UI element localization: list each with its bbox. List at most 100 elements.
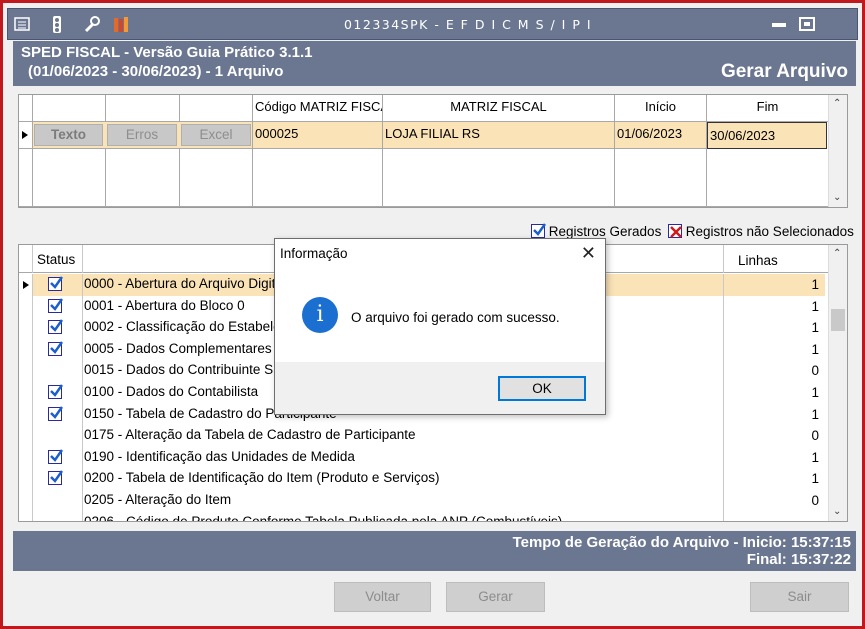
table-row[interactable]: 0200 - Tabela de Identificação do Item (… — [19, 468, 825, 490]
sair-button[interactable]: Sair — [750, 582, 849, 612]
maximize-icon[interactable] — [798, 17, 816, 32]
record-lines: 0 — [723, 490, 825, 512]
checkbox-checked-icon[interactable] — [48, 276, 63, 291]
texto-button[interactable]: Texto — [34, 124, 103, 146]
close-icon[interactable]: ✕ — [581, 243, 596, 264]
books-icon[interactable] — [112, 16, 130, 34]
erros-button[interactable]: Erros — [107, 124, 177, 146]
scroll-up-icon[interactable]: ⌃ — [833, 248, 841, 259]
wrench-icon[interactable] — [83, 16, 101, 34]
status-cell[interactable] — [33, 338, 83, 361]
checkbox-checked-icon — [531, 223, 546, 238]
cell-fim[interactable]: 30/06/2023 — [707, 122, 827, 149]
table-row[interactable]: Texto Erros Excel 000025 LOJA FILIAL RS … — [19, 122, 827, 149]
files-grid-scrollbar[interactable]: ⌃ ⌄ — [828, 95, 847, 207]
records-grid-scrollbar[interactable]: ⌃ ⌄ — [828, 245, 847, 521]
row-indicator-header — [19, 95, 33, 122]
checkbox-checked-icon[interactable] — [48, 470, 63, 486]
row-indicator — [19, 425, 33, 447]
cell-inicio[interactable]: 01/06/2023 — [615, 122, 707, 149]
status-cell[interactable] — [33, 403, 83, 426]
cell-codigo[interactable]: 000025 — [253, 122, 383, 149]
record-lines: 1 — [723, 274, 825, 296]
scroll-up-icon[interactable]: ⌃ — [833, 98, 841, 109]
row-indicator — [19, 511, 33, 521]
status-cell[interactable] — [33, 468, 83, 490]
status-cell[interactable] — [33, 360, 83, 382]
table-row[interactable]: 0190 - Identificação das Unidades de Med… — [19, 446, 825, 469]
record-lines: 1 — [723, 468, 825, 490]
status-cell[interactable] — [33, 425, 83, 447]
main-window: 012334SPK - E F D I C M S / I P I SPED F… — [0, 0, 865, 629]
empty-cell — [707, 149, 829, 207]
record-description: 0206 - Código de Produto Conforme Tabela… — [84, 513, 563, 522]
column-header-empty — [180, 95, 253, 122]
record-description: 0175 - Alteração da Tabela de Cadastro d… — [84, 427, 416, 443]
checkbox-checked-icon[interactable] — [48, 319, 63, 335]
header-period: (01/06/2023 - 30/06/2023) - 1 Arquivo — [28, 63, 284, 80]
minimize-icon[interactable] — [770, 17, 788, 32]
window-title: 012334SPK - E F D I C M S / I P I — [343, 17, 593, 32]
row-indicator — [19, 360, 33, 382]
header-version: SPED FISCAL - Versão Guia Prático 3.1.1 — [21, 44, 313, 61]
checkbox-checked-icon[interactable] — [48, 449, 63, 464]
files-grid: Código MATRIZ FISCA MATRIZ FISCAL Início… — [18, 94, 848, 208]
status-cell[interactable] — [33, 295, 83, 318]
table-row[interactable]: 0175 - Alteração da Tabela de Cadastro d… — [19, 425, 825, 447]
status-cell[interactable] — [33, 446, 83, 469]
column-header-lines[interactable]: Linhas — [723, 245, 825, 273]
info-dialog: Informação ✕ i O arquivo foi gerado com … — [274, 238, 606, 415]
column-header-matriz[interactable]: MATRIZ FISCAL — [383, 95, 615, 122]
record-description: 0190 - Identificação das Unidades de Med… — [84, 448, 355, 464]
record-lines: 0 — [723, 360, 825, 382]
legend-generated-label: Registros Gerados — [548, 224, 662, 239]
menu-icon[interactable] — [14, 16, 32, 34]
row-indicator — [19, 468, 33, 490]
status-cell[interactable] — [33, 382, 83, 404]
checkbox-checked-icon[interactable] — [48, 405, 63, 421]
scroll-down-icon[interactable]: ⌄ — [833, 506, 841, 517]
column-header-empty — [33, 95, 106, 122]
scroll-down-icon[interactable]: ⌄ — [833, 192, 841, 203]
voltar-button[interactable]: Voltar — [334, 582, 431, 612]
record-description: 0200 - Tabela de Identificação do Item (… — [84, 470, 440, 486]
column-header-status[interactable]: Status — [33, 245, 83, 273]
ok-button[interactable]: OK — [498, 376, 586, 401]
column-header-codigo[interactable]: Código MATRIZ FISCA — [253, 95, 383, 122]
column-header-fim[interactable]: Fim — [707, 95, 829, 122]
checkbox-checked-icon[interactable] — [48, 341, 63, 356]
status-cell[interactable] — [33, 490, 83, 512]
empty-cell — [253, 149, 383, 207]
status-cell[interactable] — [33, 274, 83, 296]
title-bar: 012334SPK - E F D I C M S / I P I — [7, 8, 858, 40]
checkbox-checked-icon[interactable] — [48, 297, 63, 313]
empty-rows — [19, 149, 829, 207]
gerar-button[interactable]: Gerar — [446, 582, 545, 612]
row-buttons-cell: Texto Erros Excel — [33, 122, 253, 149]
status-cell[interactable] — [33, 511, 83, 521]
info-icon: i — [302, 297, 338, 333]
record-lines: 1 — [723, 317, 825, 339]
record-lines: 1 — [723, 338, 825, 361]
row-indicator — [19, 490, 33, 512]
empty-cell — [615, 149, 707, 207]
empty-cell — [383, 149, 615, 207]
table-row[interactable]: 0206 - Código de Produto Conforme Tabela… — [19, 511, 825, 522]
excel-button[interactable]: Excel — [181, 124, 251, 146]
table-row[interactable]: 0205 - Alteração do Item 0 — [19, 490, 825, 512]
generation-time-end: Final: 15:37:22 — [746, 551, 851, 568]
dialog-message: O arquivo foi gerado com sucesso. — [351, 310, 560, 325]
legend-generated: Registros Gerados — [531, 223, 662, 239]
checkbox-checked-icon[interactable] — [48, 384, 63, 399]
record-lines: 1 — [723, 446, 825, 469]
column-header-empty — [106, 95, 180, 122]
row-indicator-icon — [19, 122, 33, 149]
row-indicator-header — [19, 245, 33, 273]
status-cell[interactable] — [33, 317, 83, 339]
cell-matriz[interactable]: LOJA FILIAL RS — [383, 122, 615, 149]
row-indicator — [19, 403, 33, 426]
traffic-light-icon[interactable] — [48, 16, 66, 34]
column-header-inicio[interactable]: Início — [615, 95, 707, 122]
scroll-thumb[interactable] — [831, 309, 845, 331]
files-grid-header: Código MATRIZ FISCA MATRIZ FISCAL Início… — [19, 95, 829, 122]
